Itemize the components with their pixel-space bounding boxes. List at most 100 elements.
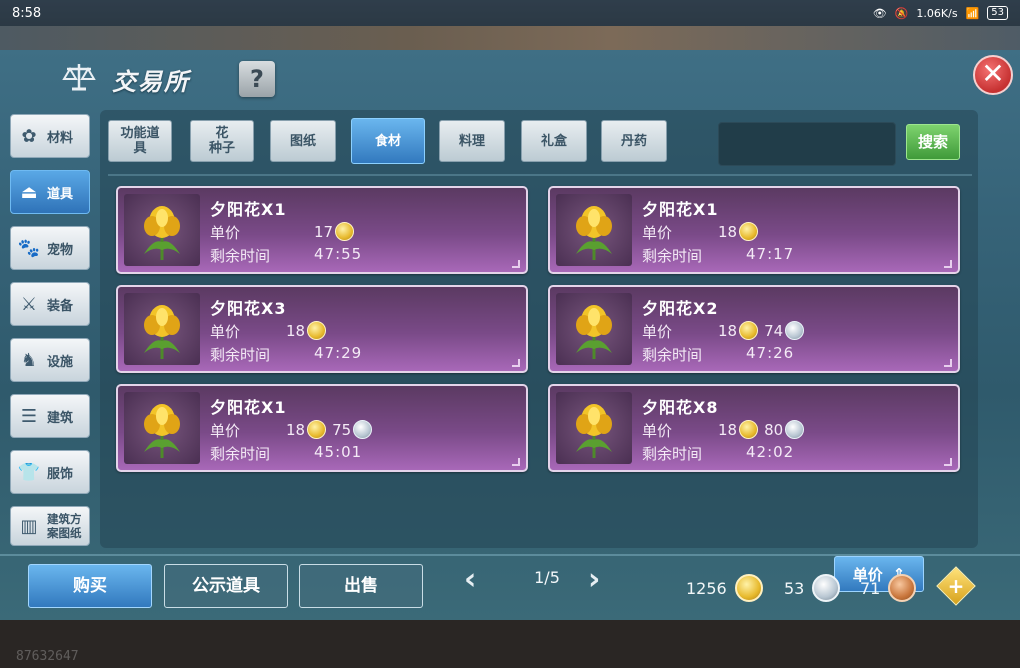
sell-button[interactable]: 出售 <box>299 564 423 608</box>
corner-decoration <box>944 260 952 268</box>
corner-decoration <box>512 458 520 466</box>
silver-balance: 53 <box>784 574 841 602</box>
time-left-value: 47:26 <box>746 344 795 362</box>
sunset-flower-icon <box>556 392 632 464</box>
gold-coin-icon <box>335 222 355 241</box>
time-left-label: 剩余时间 <box>642 445 703 463</box>
materials-icon: ✿ <box>21 125 37 147</box>
sidebar-item-clothing[interactable]: 👕 服饰 <box>10 450 90 494</box>
background-floor: 87632647 <box>0 620 1020 668</box>
silver-coin-icon <box>785 321 805 340</box>
silver-amount: 75 <box>332 420 352 439</box>
item-name: 夕阳花X2 <box>642 299 719 318</box>
gold-coin-icon <box>734 574 763 602</box>
item-name: 夕阳花X1 <box>210 398 287 417</box>
divider <box>0 554 1020 556</box>
flask-icon: ⏏ <box>20 181 38 203</box>
clothing-icon: 👕 <box>17 461 41 483</box>
sidebar-item-pets[interactable]: 🐾 宠物 <box>10 226 90 270</box>
silver-amount: 74 <box>764 321 784 340</box>
listing-card[interactable]: 夕阳花X8 单价 18 80 剩余时间 42:02 <box>548 384 960 472</box>
tab-blueprints[interactable]: 图纸 <box>270 120 336 162</box>
sidebar-item-label: 建筑 <box>47 410 74 426</box>
time-left-value: 47:55 <box>314 245 363 263</box>
label-line: 案图纸 <box>47 526 82 540</box>
add-currency-button[interactable]: + <box>936 566 976 606</box>
gold-price: 18 <box>286 321 327 340</box>
next-page-button[interactable]: › <box>588 562 600 597</box>
sidebar-item-facilities[interactable]: ♞ 设施 <box>10 338 90 382</box>
item-name: 夕阳花X3 <box>210 299 287 318</box>
gold-amount: 18 <box>718 321 738 340</box>
sidebar-item-equipment[interactable]: ⚔ 装备 <box>10 282 90 326</box>
sunset-flower-icon <box>124 194 200 266</box>
title-bar: 交易所 ? ✕ <box>0 50 1020 110</box>
paw-icon: 🐾 <box>17 237 41 259</box>
network-speed: 1.06K/s <box>916 6 958 20</box>
sunset-flower-icon <box>124 392 200 464</box>
price-label: 单价 <box>210 422 241 440</box>
gold-coin-icon <box>739 222 759 241</box>
search-button[interactable]: 搜索 <box>906 124 960 160</box>
wifi-icon: 📶 <box>965 6 980 20</box>
silver-amount: 80 <box>764 420 784 439</box>
time-left-label: 剩余时间 <box>210 247 271 265</box>
time-left-label: 剩余时间 <box>642 346 703 364</box>
gold-amount: 18 <box>718 222 738 241</box>
tab-functional-props[interactable]: 功能道具 <box>108 120 172 162</box>
previous-page-button[interactable]: ‹ <box>464 562 476 597</box>
tab-label: 礼盒 <box>540 133 567 149</box>
blueprint-icon: ▥ <box>20 515 38 537</box>
sidebar-item-buildings[interactable]: ☰ 建筑 <box>10 394 90 438</box>
gold-price: 17 <box>314 222 355 241</box>
gold-coin-icon <box>307 321 327 340</box>
tab-label: 丹药 <box>620 133 647 149</box>
background-scene <box>0 26 1020 50</box>
listing-card[interactable]: 夕阳花X1 单价 17 剩余时间 47:55 <box>116 186 528 274</box>
silver-coin-icon <box>785 420 805 439</box>
sidebar-item-label: 建筑方 案图纸 <box>47 512 82 540</box>
tab-elixirs[interactable]: 丹药 <box>601 120 667 162</box>
tab-cooking[interactable]: 料理 <box>439 120 505 162</box>
corner-decoration <box>944 359 952 367</box>
tab-ingredients[interactable]: 食材 <box>351 118 425 164</box>
item-name: 夕阳花X1 <box>210 200 287 219</box>
sidebar-item-label: 宠物 <box>47 242 74 258</box>
public-items-button[interactable]: 公示道具 <box>164 564 288 608</box>
corner-decoration <box>512 359 520 367</box>
price-label: 单价 <box>642 323 673 341</box>
sidebar-item-blueprints[interactable]: ▥ 建筑方 案图纸 <box>10 506 90 546</box>
price-label: 单价 <box>642 422 673 440</box>
eye-icon: 👁 <box>872 6 887 20</box>
listing-card[interactable]: 夕阳花X2 单价 18 74 剩余时间 47:26 <box>548 285 960 373</box>
time-left-value: 47:17 <box>746 245 795 263</box>
exchange-panel: 交易所 ? ✕ ✿ 材料 ⏏ 道具 🐾 宠物 ⚔ 装备 ♞ 设施 ☰ 建筑 👕 <box>0 50 1020 620</box>
sidebar-item-props[interactable]: ⏏ 道具 <box>10 170 90 214</box>
sidebar-item-label: 设施 <box>47 354 74 370</box>
tab-gift-boxes[interactable]: 礼盒 <box>521 120 587 162</box>
listing-card[interactable]: 夕阳花X1 单价 18 剩余时间 47:17 <box>548 186 960 274</box>
label-line: 建筑方 <box>47 512 82 526</box>
search-input[interactable] <box>718 122 896 166</box>
close-button[interactable]: ✕ <box>973 55 1013 95</box>
listing-card[interactable]: 夕阳花X1 单价 18 75 剩余时间 45:01 <box>116 384 528 472</box>
tab-flower-seeds[interactable]: 花种子 <box>190 120 254 162</box>
status-icons: 👁 🔕 1.06K/s 📶 53 <box>873 6 1008 20</box>
clock: 8:58 <box>12 5 42 21</box>
price-label: 单价 <box>642 224 673 242</box>
mute-icon: 🔕 <box>894 6 909 20</box>
silver-coin-icon <box>812 574 841 602</box>
corner-decoration <box>944 458 952 466</box>
time-left-label: 剩余时间 <box>210 445 271 463</box>
item-name: 夕阳花X1 <box>642 200 719 219</box>
plus-icon: + <box>947 574 965 598</box>
time-left-value: 42:02 <box>746 443 795 461</box>
help-button[interactable]: ? <box>239 61 275 97</box>
gold-price: 18 75 <box>286 420 373 439</box>
sidebar-item-label: 材料 <box>47 130 74 146</box>
tab-label: 功能道 <box>120 126 160 141</box>
listing-card[interactable]: 夕阳花X3 单价 18 剩余时间 47:29 <box>116 285 528 373</box>
buy-button[interactable]: 购买 <box>28 564 152 608</box>
tab-label: 图纸 <box>289 133 316 149</box>
sidebar-item-materials[interactable]: ✿ 材料 <box>10 114 90 158</box>
